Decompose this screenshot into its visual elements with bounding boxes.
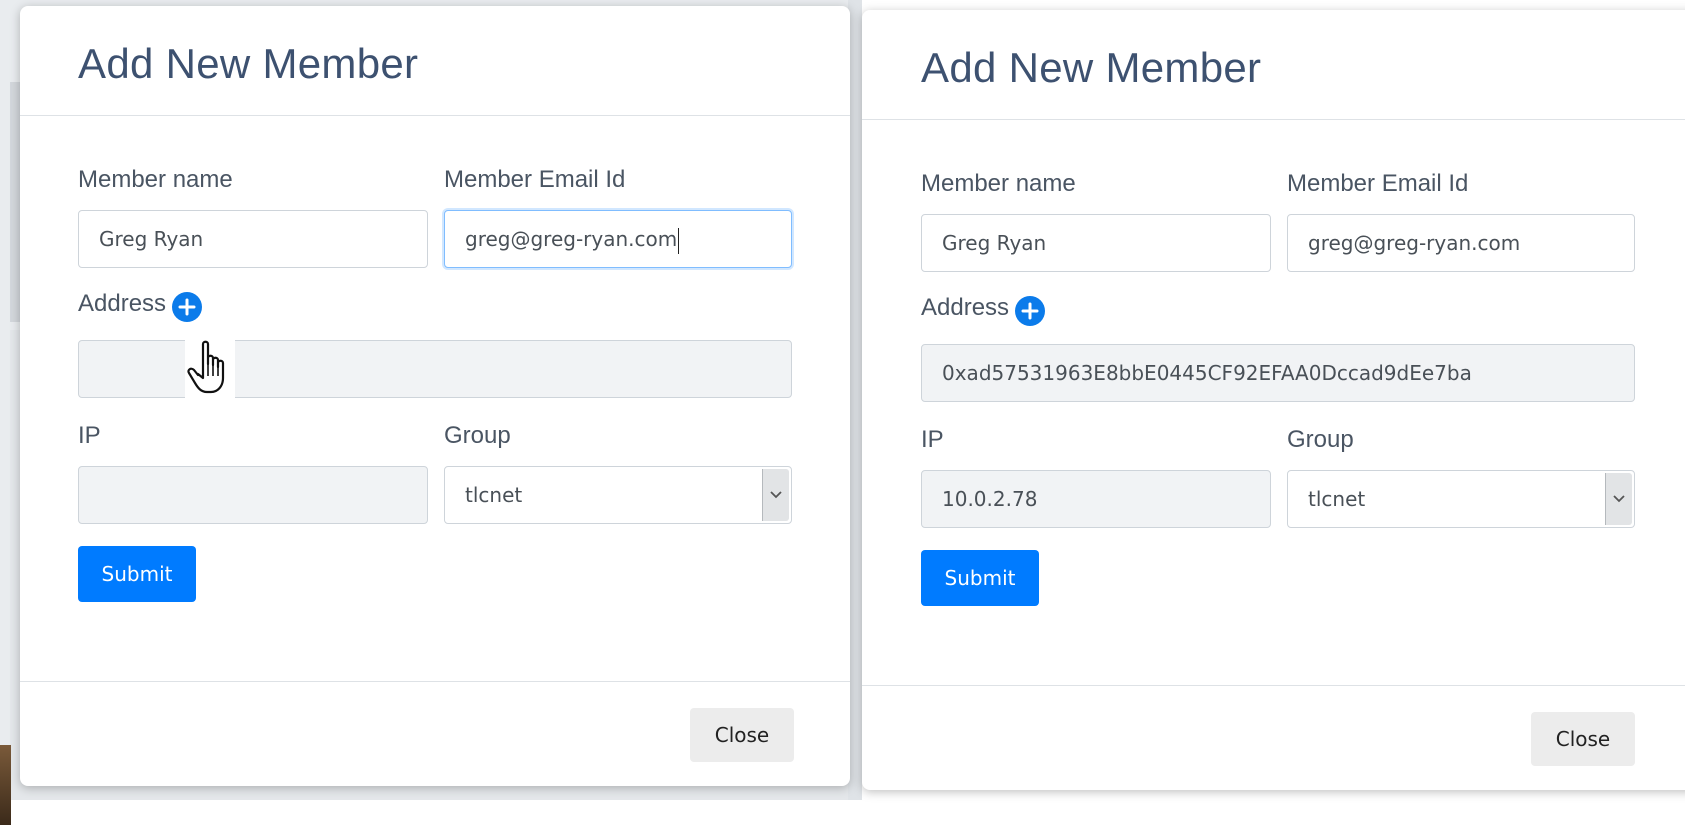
close-button[interactable]: Close	[1531, 712, 1635, 766]
ip-input[interactable]: 10.0.2.78	[921, 470, 1271, 528]
member-email-value: greg@greg-ryan.com	[1308, 231, 1521, 255]
member-email-input[interactable]: greg@greg-ryan.com	[1287, 214, 1635, 272]
plus-circle-icon[interactable]	[172, 292, 202, 322]
ip-label: IP	[78, 422, 101, 449]
member-email-label: Member Email Id	[444, 166, 626, 193]
backdrop-image	[0, 745, 11, 825]
plus-circle-icon[interactable]	[1015, 296, 1045, 326]
chevron-down-icon[interactable]	[1605, 473, 1632, 525]
group-label: Group	[444, 422, 511, 449]
dialog-body: Member name Greg Ryan Member Email Id gr…	[20, 116, 850, 681]
group-selected-value: tlcnet	[1308, 487, 1366, 511]
member-name-input[interactable]: Greg Ryan	[78, 210, 428, 268]
address-input[interactable]: 0xad57531963E8bbE0445CF92EFAA0Dccad9dEe7…	[921, 344, 1635, 402]
address-label: Address	[78, 290, 167, 317]
backdrop-gap	[848, 0, 862, 800]
submit-button[interactable]: Submit	[78, 546, 196, 602]
member-name-value: Greg Ryan	[942, 231, 1047, 255]
ip-value: 10.0.2.78	[942, 487, 1038, 511]
dialog-title: Add New Member	[78, 40, 419, 87]
member-email-input[interactable]: greg@greg-ryan.com	[444, 210, 792, 268]
dialog-footer: Close	[862, 685, 1685, 790]
ip-label: IP	[921, 426, 944, 453]
text-caret	[678, 227, 680, 254]
member-name-value: Greg Ryan	[99, 227, 204, 251]
address-value: 0xad57531963E8bbE0445CF92EFAA0Dccad9dEe7…	[942, 361, 1472, 385]
dialog-body: Member name Greg Ryan Member Email Id gr…	[862, 120, 1685, 685]
ip-input[interactable]	[78, 466, 428, 524]
dialog-header: Add New Member	[862, 10, 1685, 120]
member-name-label: Member name	[78, 166, 233, 193]
screenshot-stage: Add New Member Member name Greg Ryan Mem…	[0, 0, 1685, 825]
submit-button[interactable]: Submit	[921, 550, 1039, 606]
hand-pointer-icon	[185, 338, 235, 398]
dialog-header: Add New Member	[20, 6, 850, 116]
dialog-footer: Close	[20, 681, 850, 786]
chevron-down-icon[interactable]	[762, 469, 789, 521]
group-select[interactable]: tlcnet	[1287, 470, 1635, 528]
member-name-input[interactable]: Greg Ryan	[921, 214, 1271, 272]
member-email-value: greg@greg-ryan.com	[465, 227, 678, 251]
add-member-dialog-left: Add New Member Member name Greg Ryan Mem…	[20, 6, 850, 786]
member-email-label: Member Email Id	[1287, 170, 1469, 197]
address-label: Address	[921, 294, 1010, 321]
member-name-label: Member name	[921, 170, 1076, 197]
group-select[interactable]: tlcnet	[444, 466, 792, 524]
group-label: Group	[1287, 426, 1354, 453]
close-button[interactable]: Close	[690, 708, 794, 762]
add-member-dialog-right: Add New Member Member name Greg Ryan Mem…	[862, 10, 1685, 790]
group-selected-value: tlcnet	[465, 483, 523, 507]
dialog-title: Add New Member	[921, 44, 1262, 91]
